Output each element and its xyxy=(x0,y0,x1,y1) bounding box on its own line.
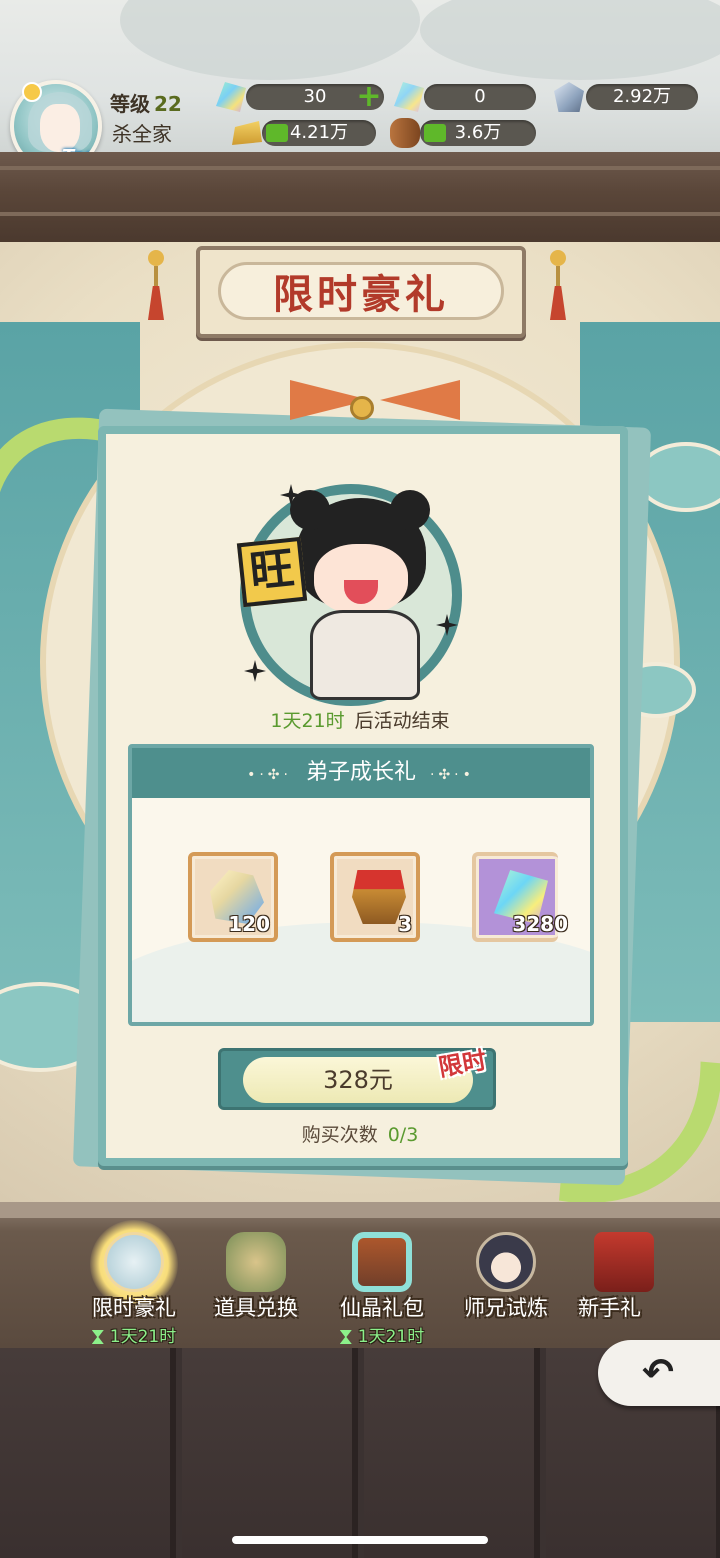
player-name: 杀全家 xyxy=(112,122,172,146)
level-value: 22 xyxy=(154,92,182,116)
bound-crystal-value: 0 xyxy=(474,86,486,107)
reward-count: 120 xyxy=(228,912,270,936)
tab-newbie-gift[interactable]: 新手礼 xyxy=(566,1224,656,1344)
level-label: 等级 xyxy=(110,92,150,116)
purchase-count: 购买次数 0/3 xyxy=(0,1120,720,1147)
bound-crystal-amount: 0 xyxy=(424,84,536,110)
player-level: 等级 22 xyxy=(110,88,182,117)
tab-label: 仙晶礼包 xyxy=(340,1296,424,1320)
gift-pack-title: 弟子成长礼 xyxy=(305,760,416,785)
tab-item-exchange[interactable]: 道具兑换 xyxy=(194,1224,318,1344)
portrait-body xyxy=(310,610,420,700)
countdown-time: 1天21时 xyxy=(270,710,345,732)
event-countdown: 1天21时 后活动结束 xyxy=(0,706,720,733)
tab-timer: 1天21时 xyxy=(72,1322,196,1347)
stone-amount: 2.92万 xyxy=(586,84,698,110)
purchase-value: 0/3 xyxy=(387,1124,419,1146)
item-basket-icon xyxy=(226,1232,286,1292)
hourglass-icon xyxy=(339,1330,352,1344)
crystal-value: 30 xyxy=(303,86,327,107)
tab-senior-trial[interactable]: 师兄试炼 xyxy=(444,1224,568,1344)
tab-timer-text: 1天21时 xyxy=(109,1327,177,1347)
page-title-plaque: 限时豪礼 xyxy=(196,246,526,338)
add-crystal-button[interactable]: + xyxy=(356,82,382,112)
wood-icon xyxy=(390,118,420,148)
tab-label: 道具兑换 xyxy=(214,1296,298,1320)
wood-amount: 3.6万 xyxy=(420,120,536,146)
tab-limited-gift[interactable]: 限时豪礼 1天21时 xyxy=(72,1220,196,1347)
hair-bun xyxy=(390,490,430,530)
back-button[interactable]: ↶ xyxy=(598,1340,720,1406)
purchase-label: 购买次数 xyxy=(301,1124,378,1146)
tab-crystal-pack[interactable]: 仙晶礼包 1天21时 xyxy=(320,1224,444,1347)
reward-count: 3 xyxy=(398,912,412,936)
prosper-stamp-icon: 旺 xyxy=(236,536,308,608)
gift-pack-box: •·✣· 弟子成长礼 ·✣·• 120 3 3280 xyxy=(128,744,594,1026)
reward-count: 3280 xyxy=(512,912,568,936)
reward-item[interactable]: 3280 xyxy=(472,852,568,942)
senior-disciple-icon xyxy=(476,1232,536,1292)
page-title: 限时豪礼 xyxy=(218,262,504,320)
tab-timer: 1天21时 xyxy=(320,1322,444,1347)
gold-amount: 4.21万 xyxy=(262,120,376,146)
tab-label: 新手礼 xyxy=(578,1296,641,1320)
fox-girl-icon xyxy=(104,1232,164,1292)
ribbon-bow-icon xyxy=(290,370,460,440)
gold-value: 4.21万 xyxy=(289,122,349,143)
hourglass-icon xyxy=(91,1330,104,1344)
wooden-beam xyxy=(0,152,720,242)
countdown-suffix: 后活动结束 xyxy=(354,710,450,732)
newbie-gift-icon xyxy=(594,1232,654,1292)
tab-timer-text: 1天21时 xyxy=(357,1327,425,1347)
gift-pack-header: •·✣· 弟子成长礼 ·✣·• xyxy=(132,748,590,798)
tassel-left xyxy=(148,250,164,320)
reward-item[interactable]: 3 xyxy=(330,852,420,942)
back-arrow-icon: ↶ xyxy=(642,1350,674,1394)
disciple-portrait: 旺 xyxy=(236,484,470,706)
avatar-face xyxy=(40,104,80,152)
stone-value: 2.92万 xyxy=(612,86,672,107)
ornament-left-icon: •·✣· xyxy=(247,767,292,783)
ornament-right-icon: ·✣·• xyxy=(430,767,475,783)
gold-fill xyxy=(266,124,288,142)
tab-label: 限时豪礼 xyxy=(92,1296,176,1320)
tab-label: 师兄试炼 xyxy=(464,1296,548,1320)
wood-fill xyxy=(424,124,446,142)
sun-icon xyxy=(22,82,42,102)
tassel-right xyxy=(550,250,566,320)
wood-value: 3.6万 xyxy=(454,122,502,143)
reward-item[interactable]: 120 xyxy=(188,852,278,942)
crystal-chest-icon xyxy=(352,1232,412,1292)
home-indicator[interactable] xyxy=(232,1536,488,1544)
